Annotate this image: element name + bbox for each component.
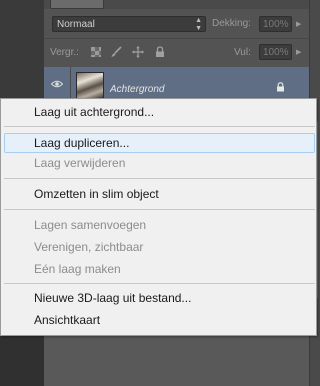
- blend-row: Normaal ▲ ▼ Dekking: 100% ▶: [44, 12, 319, 36]
- blend-mode-value: Normaal: [57, 19, 95, 30]
- panel-topbar: [44, 0, 319, 9]
- menu-separator: [4, 178, 315, 179]
- layer-thumbnail[interactable]: [76, 72, 104, 100]
- menu-item-duplicate-layer[interactable]: Laag dupliceren...: [4, 133, 315, 153]
- menu-item-merge-visible[interactable]: Verenigen, zichtbaar: [4, 237, 315, 257]
- brush-icon[interactable]: [110, 46, 122, 58]
- menu-item-flatten-image[interactable]: Eén laag maken: [4, 259, 315, 279]
- lock-label: Vergr.:: [50, 47, 79, 58]
- opacity-input[interactable]: 100%: [259, 16, 292, 32]
- menu-item-merge-layers[interactable]: Lagen samenvoegen: [4, 215, 315, 235]
- menu-item-layer-from-background[interactable]: Laag uit achtergrond...: [4, 102, 315, 122]
- layer-lock-icon: [277, 82, 284, 92]
- menu-separator: [4, 126, 315, 127]
- fill-label: Vul:: [234, 47, 251, 58]
- lock-icon[interactable]: [154, 46, 166, 58]
- opacity-arrow-icon[interactable]: ▶: [296, 20, 301, 28]
- context-menu: Laag uit achtergrond... Laag dupliceren.…: [0, 98, 317, 336]
- menu-item-new-3d-layer[interactable]: Nieuwe 3D-laag uit bestand...: [4, 288, 315, 308]
- menu-separator: [4, 209, 315, 210]
- menu-item-postcard[interactable]: Ansichtkaart: [4, 310, 315, 330]
- opacity-label: Dekking:: [212, 18, 251, 29]
- updown-arrows-icon: ▲ ▼: [195, 17, 202, 32]
- menu-item-delete-layer[interactable]: Laag verwijderen: [4, 153, 315, 173]
- menu-item-convert-smart-object[interactable]: Omzetten in slim object: [4, 184, 315, 204]
- kind-filter-dropdown[interactable]: [50, 0, 104, 9]
- menu-separator: [4, 283, 315, 284]
- app-left-bottom: [0, 334, 44, 386]
- fill-input[interactable]: 100%: [259, 44, 292, 60]
- lock-transparency-icon[interactable]: [90, 46, 102, 58]
- fill-arrow-icon[interactable]: ▶: [296, 48, 301, 56]
- move-icon[interactable]: [132, 46, 144, 58]
- eye-icon: [51, 80, 63, 88]
- blend-mode-select[interactable]: Normaal ▲ ▼: [52, 16, 206, 32]
- layer-name[interactable]: Achtergrond: [110, 84, 164, 95]
- lock-row: Vergr.: Vul: 100% ▶: [44, 38, 319, 65]
